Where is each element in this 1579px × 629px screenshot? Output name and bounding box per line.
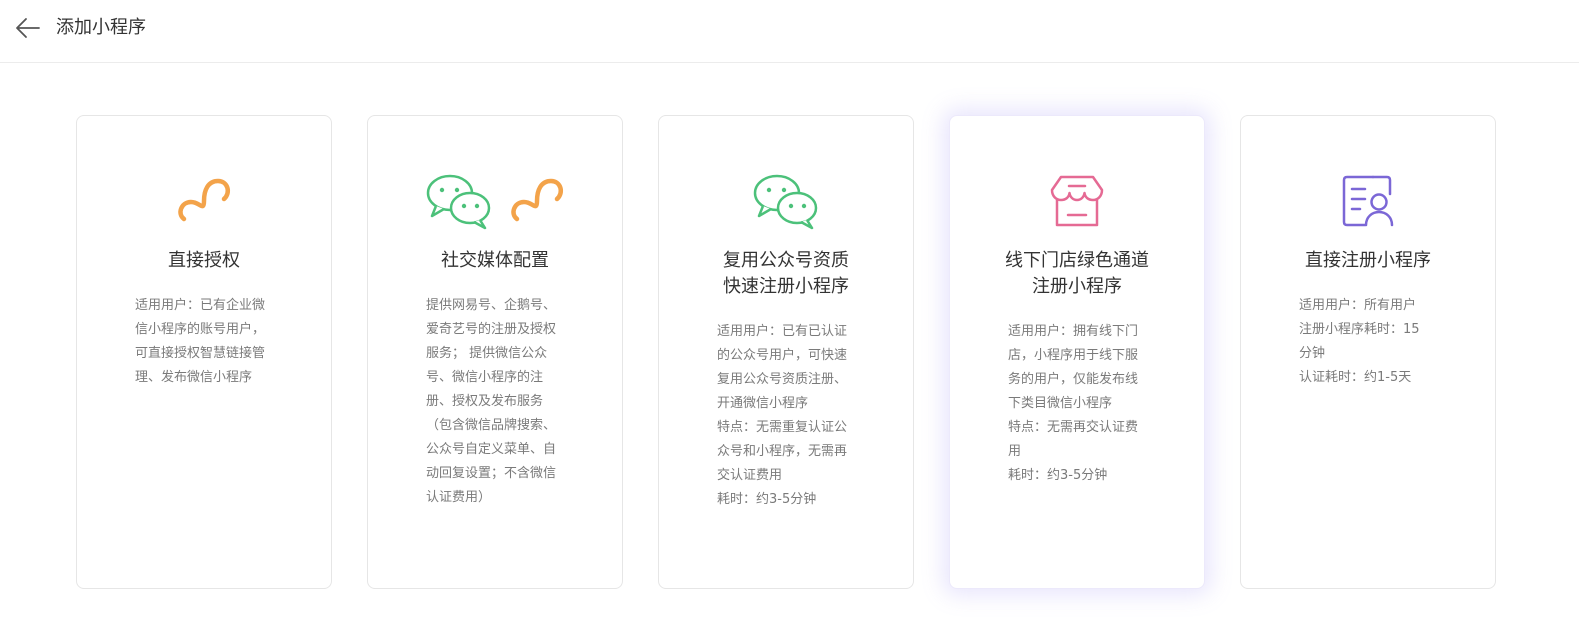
card-title: 直接注册小程序 — [1305, 250, 1431, 271]
miniprogram-icon — [511, 178, 564, 222]
option-card-social-media-config[interactable]: 社交媒体配置 提供网易号、企鹅号、 爱奇艺号的注册及授权 服务； 提供微信公众 … — [367, 115, 623, 589]
option-cards: 直接授权 适用用户：已有企业微 信小程序的账号用户， 可直接授权智慧链接管 理、… — [0, 0, 1579, 629]
option-card-direct-register[interactable]: 直接注册小程序 适用用户：所有用户 注册小程序耗时：15 分钟 认证耗时：约1-… — [1240, 115, 1496, 589]
card-description: 适用用户：拥有线下门 店，小程序用于线下服 务的用户，仅能发布线 下类目微信小程… — [1008, 324, 1139, 483]
card-description: 适用用户：已有已认证 的公众号用户，可快速 复用公众号资质注册、 开通微信小程序… — [717, 324, 848, 507]
card-description: 提供网易号、企鹅号、 爱奇艺号的注册及授权 服务； 提供微信公众 号、微信小程序… — [426, 298, 557, 505]
card-title: 复用公众号资质 快速注册小程序 — [723, 250, 849, 297]
card-title: 线下门店绿色通道 注册小程序 — [1005, 250, 1149, 297]
card-description: 适用用户：已有企业微 信小程序的账号用户， 可直接授权智慧链接管 理、发布微信小… — [135, 298, 266, 385]
wechat-icon — [426, 174, 491, 230]
option-card-offline-store-channel[interactable]: 线下门店绿色通道 注册小程序 适用用户：拥有线下门 店，小程序用于线下服 务的用… — [949, 115, 1205, 589]
card-title: 直接授权 — [168, 250, 240, 271]
miniprogram-icon — [178, 178, 231, 222]
wechat-icon — [753, 174, 818, 230]
option-card-reuse-official-account[interactable]: 复用公众号资质 快速注册小程序 适用用户：已有已认证 的公众号用户，可快速 复用… — [658, 115, 914, 589]
option-card-direct-authorization[interactable]: 直接授权 适用用户：已有企业微 信小程序的账号用户， 可直接授权智慧链接管 理、… — [76, 115, 332, 589]
profile-id-icon — [1342, 175, 1394, 227]
card-description: 适用用户：所有用户 注册小程序耗时：15 分钟 认证耗时：约1-5天 — [1299, 298, 1420, 385]
store-icon — [1050, 175, 1104, 227]
card-title: 社交媒体配置 — [441, 250, 549, 271]
